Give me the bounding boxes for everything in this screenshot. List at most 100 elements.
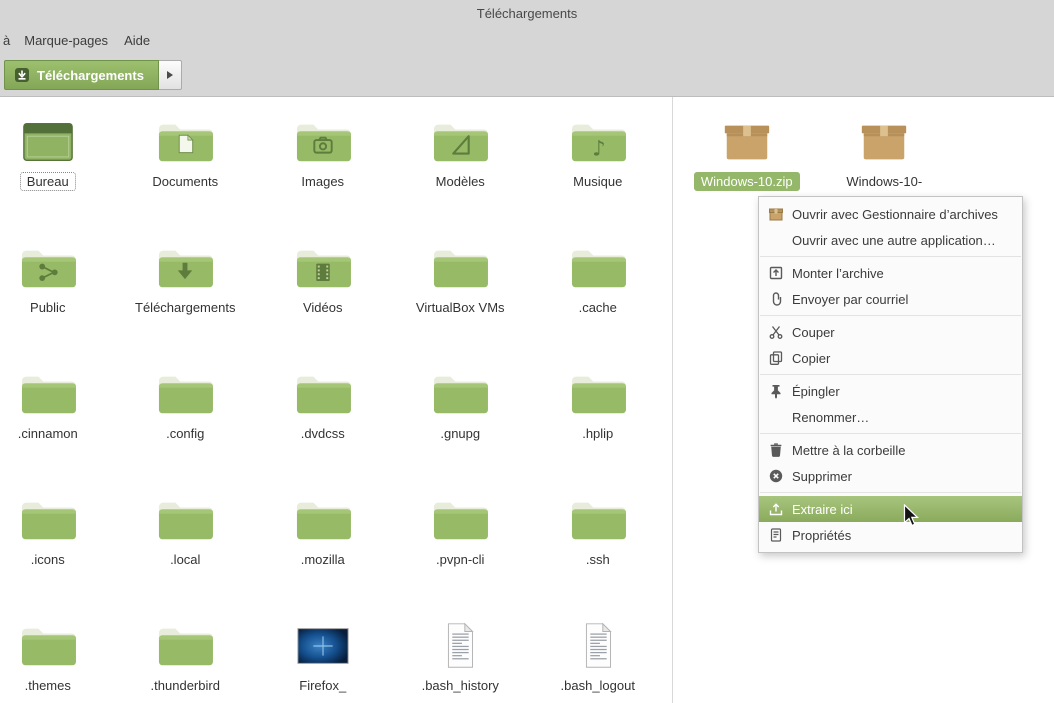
file-label: .config bbox=[159, 424, 211, 443]
menu-item-mount-archive[interactable]: Monter l’archive bbox=[759, 260, 1022, 286]
file-label: Documents bbox=[145, 172, 225, 191]
pin-icon bbox=[768, 383, 784, 399]
menu-item-move-to-trash[interactable]: Mettre à la corbeille bbox=[759, 437, 1022, 463]
folder-icon bbox=[567, 365, 629, 421]
file-item-dvdcss[interactable]: .dvdcss bbox=[254, 365, 392, 491]
path-button-telechargements[interactable]: Téléchargements bbox=[4, 60, 159, 90]
file-label: .hplip bbox=[575, 424, 620, 443]
copy-icon bbox=[768, 350, 784, 366]
file-label: Public bbox=[23, 298, 72, 317]
file-label: Modèles bbox=[429, 172, 492, 191]
folder-templates-icon bbox=[429, 113, 491, 169]
menu-item-label: Ouvrir avec Gestionnaire d’archives bbox=[792, 207, 998, 222]
path-expand-button[interactable] bbox=[159, 60, 182, 90]
menu-item-copy[interactable]: Copier bbox=[759, 345, 1022, 371]
menu-item-label: Propriétés bbox=[792, 528, 851, 543]
file-item-musique[interactable]: ♪Musique bbox=[529, 113, 667, 239]
file-label: .cinnamon bbox=[11, 424, 85, 443]
menu-item-extract-here[interactable]: Extraire ici bbox=[759, 496, 1022, 522]
file-label: Musique bbox=[566, 172, 629, 191]
file-item-firefox[interactable]: Firefox_ bbox=[254, 617, 392, 703]
menu-item-properties[interactable]: Propriétés bbox=[759, 522, 1022, 548]
file-label: Téléchargements bbox=[128, 298, 242, 317]
file-item-ssh[interactable]: .ssh bbox=[529, 491, 667, 617]
menu-item-label: Renommer… bbox=[792, 410, 869, 425]
file-item-icons[interactable]: .icons bbox=[0, 491, 117, 617]
menu-item-open-with-other-application[interactable]: Ouvrir avec une autre application… bbox=[759, 227, 1022, 253]
file-item-modeles[interactable]: Modèles bbox=[392, 113, 530, 239]
titlebar[interactable]: Téléchargements bbox=[0, 0, 1054, 27]
menubar-item-a[interactable]: à bbox=[1, 30, 16, 51]
file-item-cache[interactable]: .cache bbox=[529, 239, 667, 365]
file-label: VirtualBox VMs bbox=[409, 298, 512, 317]
file-item-mozilla[interactable]: .mozilla bbox=[254, 491, 392, 617]
folder-icon bbox=[17, 491, 79, 547]
menu-item-pin[interactable]: Épingler bbox=[759, 378, 1022, 404]
menu-item-send-by-email[interactable]: Envoyer par courriel bbox=[759, 286, 1022, 312]
menu-separator bbox=[760, 374, 1021, 375]
delete-icon bbox=[768, 468, 784, 484]
folder-icon bbox=[567, 239, 629, 295]
home-pane[interactable]: Bureau Documents Images Modèles ♪Musique Publ… bbox=[0, 97, 673, 703]
file-item-documents[interactable]: Documents bbox=[117, 113, 255, 239]
extract-icon bbox=[768, 501, 784, 517]
file-label: Bureau bbox=[20, 172, 76, 191]
folder-icon bbox=[17, 365, 79, 421]
file-label: .cache bbox=[572, 298, 624, 317]
menubar: àMarque-pagesAide bbox=[0, 27, 1054, 54]
file-label: Firefox_ bbox=[292, 676, 353, 695]
menu-item-label: Copier bbox=[792, 351, 830, 366]
download-icon bbox=[14, 67, 30, 83]
menu-item-label: Supprimer bbox=[792, 469, 852, 484]
file-item-images[interactable]: Images bbox=[254, 113, 392, 239]
archive-icon bbox=[768, 206, 784, 222]
file-label: .icons bbox=[24, 550, 72, 569]
file-item-bureau[interactable]: Bureau bbox=[0, 113, 117, 239]
file-item-pvpn-cli[interactable]: .pvpn-cli bbox=[392, 491, 530, 617]
file-item-telechargements[interactable]: Téléchargements bbox=[117, 239, 255, 365]
cut-icon bbox=[768, 324, 784, 340]
menu-separator bbox=[760, 492, 1021, 493]
path-button-label: Téléchargements bbox=[37, 68, 144, 83]
file-item-virtualbox-vms[interactable]: VirtualBox VMs bbox=[392, 239, 530, 365]
folder-icon bbox=[429, 365, 491, 421]
file-item-local[interactable]: .local bbox=[117, 491, 255, 617]
folder-icon bbox=[429, 491, 491, 547]
file-item-config[interactable]: .config bbox=[117, 365, 255, 491]
home-grid: Bureau Documents Images Modèles ♪Musique Publ… bbox=[0, 97, 672, 703]
file-item-themes[interactable]: .themes bbox=[0, 617, 117, 703]
file-item-thunderbird[interactable]: .thunderbird bbox=[117, 617, 255, 703]
file-label: .local bbox=[163, 550, 207, 569]
text-icon bbox=[429, 617, 491, 673]
context-menu: Ouvrir avec Gestionnaire d’archives Ouvri… bbox=[758, 196, 1023, 553]
file-label: Windows-10.zip bbox=[694, 172, 800, 191]
properties-icon bbox=[768, 527, 784, 543]
file-item-hplip[interactable]: .hplip bbox=[529, 365, 667, 491]
file-label: .pvpn-cli bbox=[429, 550, 491, 569]
menu-item-rename[interactable]: Renommer… bbox=[759, 404, 1022, 430]
menu-item-label: Couper bbox=[792, 325, 835, 340]
menubar-item-aide[interactable]: Aide bbox=[116, 30, 158, 51]
menu-item-cut[interactable]: Couper bbox=[759, 319, 1022, 345]
file-item-public[interactable]: Public bbox=[0, 239, 117, 365]
file-item-gnupg[interactable]: .gnupg bbox=[392, 365, 530, 491]
menu-item-open-with-archive-manager[interactable]: Ouvrir avec Gestionnaire d’archives bbox=[759, 201, 1022, 227]
menu-item-delete[interactable]: Supprimer bbox=[759, 463, 1022, 489]
file-item-cinnamon[interactable]: .cinnamon bbox=[0, 365, 117, 491]
folder-downloads-icon bbox=[154, 239, 216, 295]
folder-icon bbox=[429, 239, 491, 295]
menu-item-label: Mettre à la corbeille bbox=[792, 443, 905, 458]
image-icon bbox=[292, 617, 354, 673]
menu-item-label: Envoyer par courriel bbox=[792, 292, 908, 307]
file-item-bash-history[interactable]: .bash_history bbox=[392, 617, 530, 703]
file-label: .bash_history bbox=[415, 676, 506, 695]
text-icon bbox=[567, 617, 629, 673]
file-item-bash-logout[interactable]: .bash_logout bbox=[529, 617, 667, 703]
menubar-item-marque-pages[interactable]: Marque-pages bbox=[16, 30, 116, 51]
file-item-videos[interactable]: Vidéos bbox=[254, 239, 392, 365]
attach-icon bbox=[768, 291, 784, 307]
toolbar: Téléchargements bbox=[0, 54, 1054, 96]
folder-icon bbox=[154, 491, 216, 547]
file-label: .ssh bbox=[579, 550, 617, 569]
file-label: .themes bbox=[18, 676, 78, 695]
